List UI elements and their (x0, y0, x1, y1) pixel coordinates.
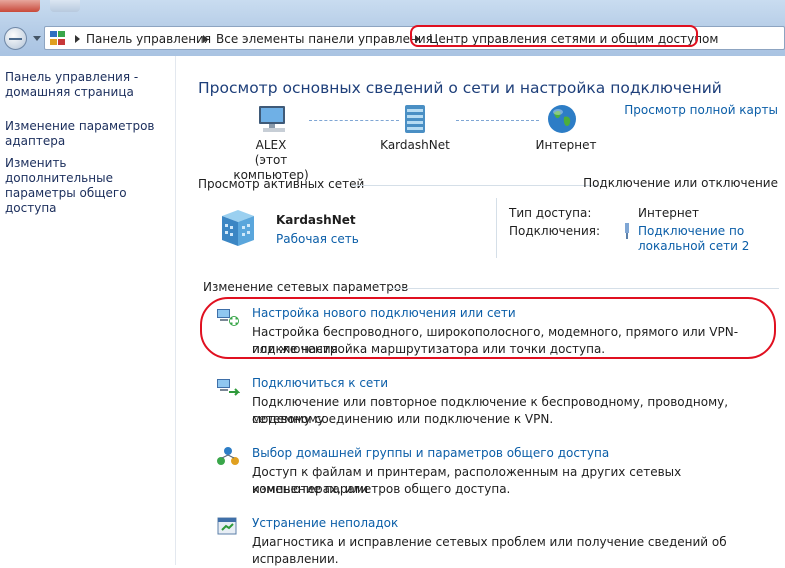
computer-icon (259, 106, 285, 132)
vertical-rule (496, 198, 497, 258)
link-advanced-sharing[interactable]: Изменить дополнительные параметры общего… (5, 156, 173, 216)
network-building-icon (222, 210, 254, 246)
network-type-link[interactable]: Рабочая сеть (276, 232, 359, 246)
task-desc-line: сетевому соединению или подключение к VP… (252, 412, 554, 426)
main-content: Просмотр основных сведений о сети и наст… (176, 56, 785, 566)
active-networks-title: Просмотр активных сетей (198, 177, 365, 191)
access-type-value: Интернет (638, 206, 700, 220)
access-type-label: Тип доступа: (509, 206, 592, 220)
network-label: KardashNet (380, 138, 450, 152)
link-control-panel-home[interactable]: Панель управления - домашняя страница (5, 70, 173, 100)
window-button[interactable] (0, 0, 40, 12)
map-link-line (309, 120, 399, 121)
task-homegroup[interactable]: Выбор домашней группы и параметров общег… (252, 446, 609, 460)
network-server-icon (405, 105, 425, 133)
active-network-name: KardashNet (276, 213, 356, 227)
new-connection-icon (217, 309, 239, 326)
computer-label: ALEX (255, 138, 287, 152)
back-button[interactable] (4, 27, 27, 50)
task-desc-line: изменение параметров общего доступа. (252, 482, 511, 496)
history-dropdown-icon[interactable] (33, 36, 41, 41)
full-map-link[interactable]: Просмотр полной карты (624, 103, 778, 117)
connect-disconnect-link[interactable]: Подключение или отключение (583, 176, 778, 190)
section-rule (389, 288, 779, 289)
control-panel-icon (50, 31, 65, 45)
page-title: Просмотр основных сведений о сети и наст… (198, 79, 722, 97)
left-pane: Панель управления - домашняя страница Из… (0, 56, 175, 565)
connect-network-icon (217, 379, 240, 396)
internet-globe-icon (548, 105, 576, 133)
task-troubleshoot[interactable]: Устранение неполадок (252, 516, 398, 530)
homegroup-icon (217, 447, 239, 465)
internet-label: Интернет (535, 138, 597, 152)
link-change-adapter[interactable]: Изменение параметров адаптера (5, 119, 173, 149)
connections-label: Подключения: (509, 224, 601, 238)
breadcrumb-all-items[interactable]: Все элементы панели управления (216, 31, 433, 47)
connection-link-line2[interactable]: локальной сети 2 (638, 239, 749, 253)
window-chrome: Панель управления Все элементы панели уп… (0, 0, 785, 56)
task-desc-line: или же настройка маршрутизатора или точк… (252, 342, 606, 356)
task-new-connection[interactable]: Настройка нового подключения или сети (252, 306, 516, 320)
breadcrumb-control-panel[interactable]: Панель управления (86, 31, 211, 47)
task-connect-network[interactable]: Подключиться к сети (252, 376, 388, 390)
breadcrumb-network-center[interactable]: Центр управления сетями и общим доступом (429, 31, 718, 47)
task-desc-line: Диагностика и исправление сетевых пробле… (252, 535, 727, 566)
ethernet-icon (625, 223, 629, 239)
change-settings-title: Изменение сетевых параметров (203, 280, 409, 294)
address-bar[interactable]: Панель управления Все элементы панели уп… (44, 26, 785, 50)
breadcrumb-separator-icon[interactable] (415, 35, 420, 43)
window-button-2[interactable] (50, 0, 80, 12)
map-link-line (456, 120, 539, 121)
breadcrumb-separator-icon[interactable] (75, 35, 80, 43)
connection-link[interactable]: Подключение по (638, 224, 744, 238)
breadcrumb-separator-icon[interactable] (203, 35, 208, 43)
troubleshoot-icon (217, 517, 237, 535)
section-rule (352, 185, 599, 186)
